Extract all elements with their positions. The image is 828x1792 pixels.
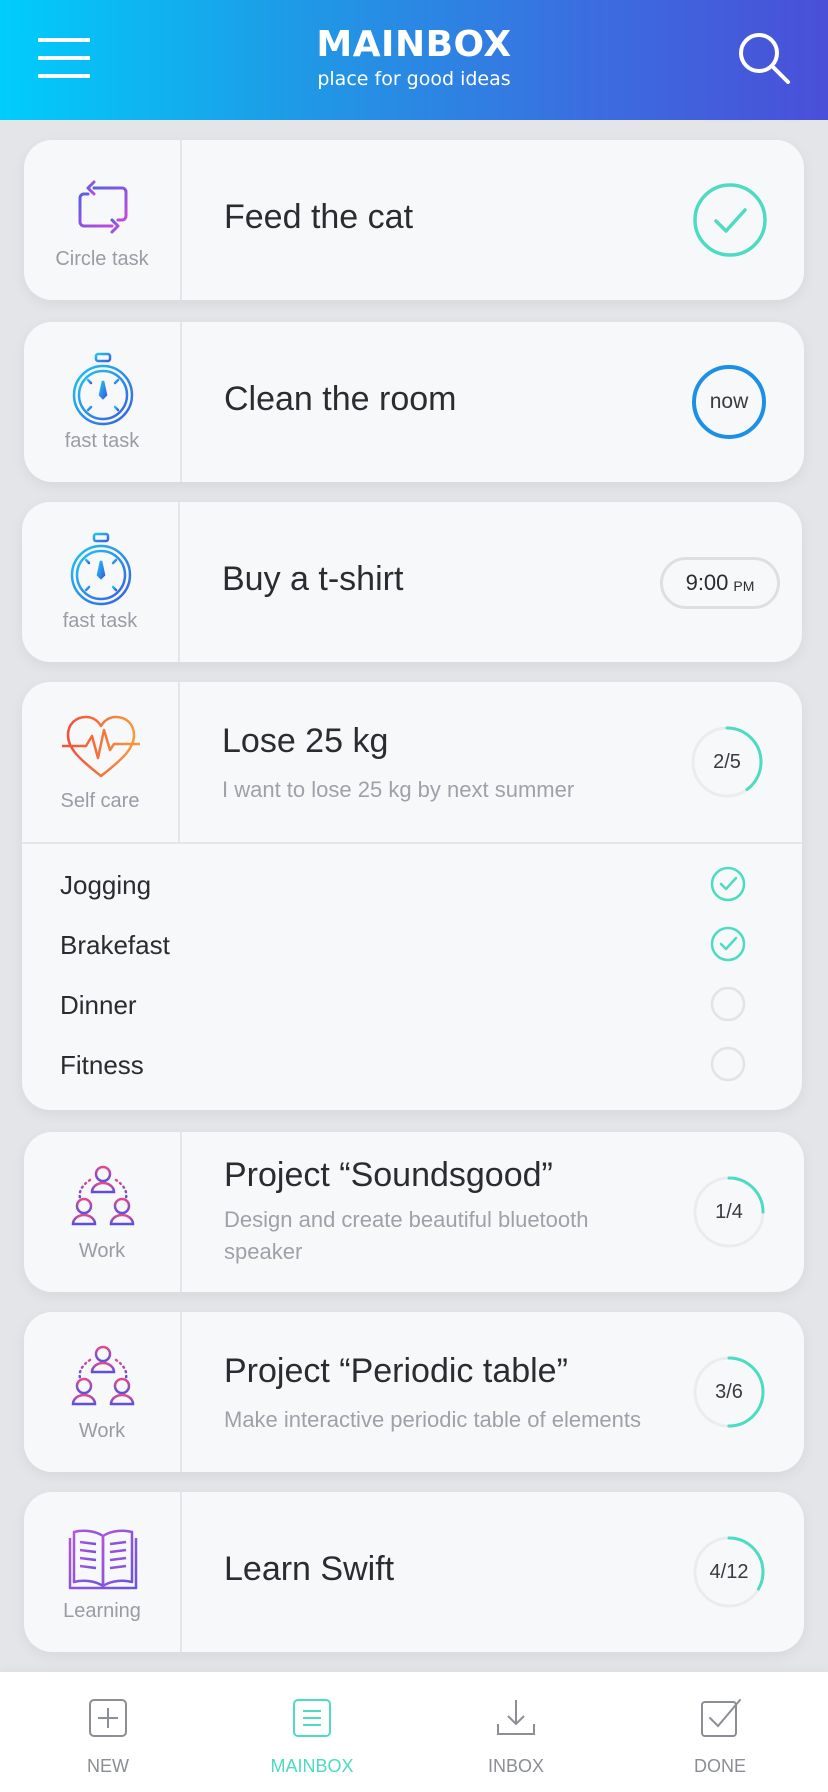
time-ampm: PM [733, 577, 755, 594]
brand: MAINBOX place for good ideas [0, 24, 828, 92]
stopwatch-icon [70, 532, 132, 606]
task-title: Clean the room [224, 380, 457, 418]
nav-label: INBOX [487, 1756, 544, 1776]
task-card-expanded[interactable]: Self care Lose 25 kg I want to lose 25 k… [22, 682, 802, 1110]
nav-mainbox[interactable]: MAINBOX [232, 1672, 392, 1792]
empty-circle-icon[interactable] [710, 986, 746, 1022]
scheduled-time-button[interactable]: 9:00 PM [660, 557, 780, 609]
task-card[interactable]: fast task Buy a t-shirt 9:00 PM [22, 502, 802, 662]
empty-circle-icon[interactable] [710, 1046, 746, 1082]
nav-inbox[interactable]: INBOX [436, 1672, 596, 1792]
category-label: Self care [60, 790, 140, 812]
progress-label: 4/12 [709, 1560, 749, 1583]
nav-new[interactable]: NEW [28, 1672, 188, 1792]
plus-square-icon [89, 1699, 127, 1737]
task-description: I want to lose 25 kg by next summer [222, 777, 575, 802]
task-category: fast task [24, 322, 182, 482]
task-category: fast task [22, 502, 180, 662]
team-icon [71, 1165, 135, 1226]
team-icon [71, 1345, 135, 1406]
task-category: Learning [24, 1492, 182, 1652]
category-label: Work [78, 1420, 126, 1442]
subtask-label: Fitness [60, 1050, 144, 1080]
subtask-label: Brakefast [60, 930, 170, 960]
task-description: Design and create beautiful bluetooth sp… [224, 1207, 589, 1264]
task-title: Buy a t-shirt [222, 560, 404, 598]
task-description: Make interactive periodic table of eleme… [224, 1407, 641, 1432]
task-title: Lose 25 kg [222, 722, 389, 760]
checked-circle-icon[interactable] [710, 866, 746, 902]
task-title: Project “Periodic table” [224, 1352, 568, 1390]
subtask-item[interactable]: Fitness [60, 1040, 760, 1088]
task-card[interactable]: fast task Clean the room now [24, 322, 804, 482]
subtask-label: Jogging [60, 870, 152, 900]
category-label: Circle task [55, 248, 149, 270]
checked-circle-icon[interactable] [710, 926, 746, 962]
task-category: Self care [22, 682, 180, 842]
subtask-item[interactable]: Jogging [60, 860, 760, 908]
now-status-button[interactable]: now [692, 365, 766, 439]
subtask-item[interactable]: Dinner [60, 980, 760, 1028]
task-card[interactable]: Work Project “Soundsgood” Design and cre… [24, 1132, 804, 1292]
progress-label: 3/6 [715, 1380, 743, 1403]
task-category: Work [24, 1312, 182, 1472]
category-label: Learning [63, 1600, 141, 1622]
subtask-item[interactable]: Brakefast [60, 920, 760, 968]
task-title: Learn Swift [224, 1550, 395, 1588]
app-subtitle: place for good ideas [317, 68, 511, 90]
nav-label: MAINBOX [270, 1756, 354, 1776]
download-icon [497, 1700, 535, 1735]
book-icon [68, 1529, 138, 1590]
subtask-label: Dinner [60, 990, 137, 1020]
progress-label: 2/5 [713, 750, 741, 773]
repeat-icon [78, 180, 128, 234]
task-card[interactable]: Work Project “Periodic table” Make inter… [24, 1312, 804, 1472]
list-icon [293, 1699, 331, 1737]
task-title: Project “Soundsgood” [224, 1156, 553, 1194]
completed-check-icon[interactable] [692, 182, 768, 258]
nav-done[interactable]: DONE [640, 1672, 800, 1792]
task-title: Feed the cat [224, 198, 414, 236]
divider [22, 842, 802, 844]
search-icon[interactable] [736, 30, 792, 86]
stopwatch-icon [72, 352, 134, 426]
nav-label: DONE [693, 1756, 746, 1776]
category-label: Work [78, 1240, 126, 1262]
progress-label: 1/4 [715, 1200, 743, 1223]
task-card[interactable]: Learning Learn Swift 4/12 [24, 1492, 804, 1652]
checkbox-icon [701, 1699, 741, 1737]
heart-pulse-icon [62, 715, 140, 778]
nav-label: NEW [87, 1756, 129, 1776]
app-header: MAINBOX place for good ideas [0, 0, 828, 120]
app-title: MAINBOX [316, 24, 512, 65]
category-label: fast task [64, 430, 140, 452]
task-card[interactable]: Circle task Feed the cat [24, 140, 804, 300]
task-category: Work [24, 1132, 182, 1292]
task-category: Circle task [24, 140, 182, 300]
category-label: fast task [62, 610, 138, 632]
time-value: 9:00 [685, 570, 729, 595]
bottom-navigation: NEW MAINBOX INBOX DONE [0, 1672, 828, 1792]
